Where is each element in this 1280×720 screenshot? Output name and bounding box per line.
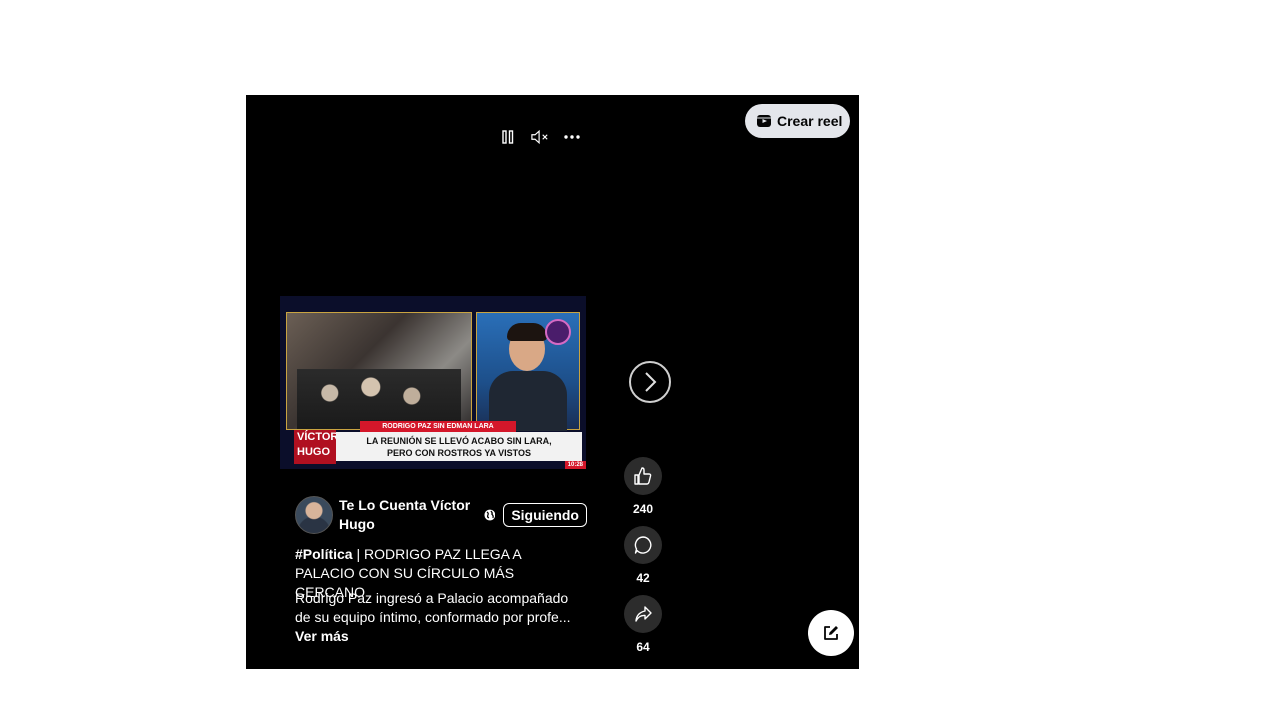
playback-controls [499, 128, 581, 146]
video-brand-logo: VÍCTOR HUGO [294, 430, 338, 464]
create-reel-label: Crear reel [777, 113, 843, 129]
author-row: Te Lo Cuenta Víctor Hugo Siguiendo [295, 495, 587, 535]
following-button[interactable]: Siguiendo [503, 503, 587, 527]
compose-button[interactable] [808, 610, 854, 656]
video-presenter [476, 312, 580, 431]
more-options-button[interactable] [563, 128, 581, 146]
share-action: 64 [624, 595, 662, 654]
channel-logo [545, 319, 571, 345]
comment-icon [634, 536, 652, 554]
like-button[interactable] [624, 457, 662, 495]
hashtag-link[interactable]: #Política [295, 546, 353, 562]
reel-icon [757, 115, 771, 127]
video-time: 10:28 [564, 461, 586, 469]
video-red-banner: RODRIGO PAZ SIN EDMAN LARA [360, 421, 516, 432]
share-button[interactable] [624, 595, 662, 633]
video-headline: LA REUNIÓN SE LLEVÓ ACABO SIN LARA, PERO… [336, 432, 582, 461]
create-reel-button[interactable]: Crear reel [745, 104, 850, 138]
pause-button[interactable] [499, 128, 517, 146]
comment-action: 42 [624, 526, 662, 585]
comment-count: 42 [636, 571, 650, 585]
like-action: 240 [624, 457, 662, 516]
post-description-text: Rodrigo Paz ingresó a Palacio acompañado… [295, 590, 571, 625]
like-count: 240 [632, 502, 654, 516]
reel-viewer: Crear reel RODRIGO PAZ SIN EDMAN LARA VÍ… [246, 95, 859, 669]
next-reel-button[interactable] [629, 361, 671, 403]
comment-button[interactable] [624, 526, 662, 564]
see-more-link[interactable]: Ver más [295, 628, 349, 644]
chevron-right-icon [645, 372, 657, 392]
video-crowd-scene [286, 312, 472, 430]
edit-icon [824, 626, 838, 640]
share-icon [635, 606, 652, 622]
mute-button[interactable] [531, 128, 549, 146]
post-description: Rodrigo Paz ingresó a Palacio acompañado… [295, 589, 575, 646]
pause-icon [502, 130, 514, 144]
video-frame[interactable]: RODRIGO PAZ SIN EDMAN LARA VÍCTOR HUGO L… [280, 296, 586, 469]
author-name[interactable]: Te Lo Cuenta Víctor Hugo [339, 496, 477, 534]
share-count: 64 [636, 640, 650, 654]
avatar[interactable] [295, 496, 333, 534]
globe-icon [484, 509, 495, 521]
more-horizontal-icon [564, 135, 580, 139]
muted-speaker-icon [531, 129, 548, 145]
thumbs-up-icon [634, 467, 652, 485]
